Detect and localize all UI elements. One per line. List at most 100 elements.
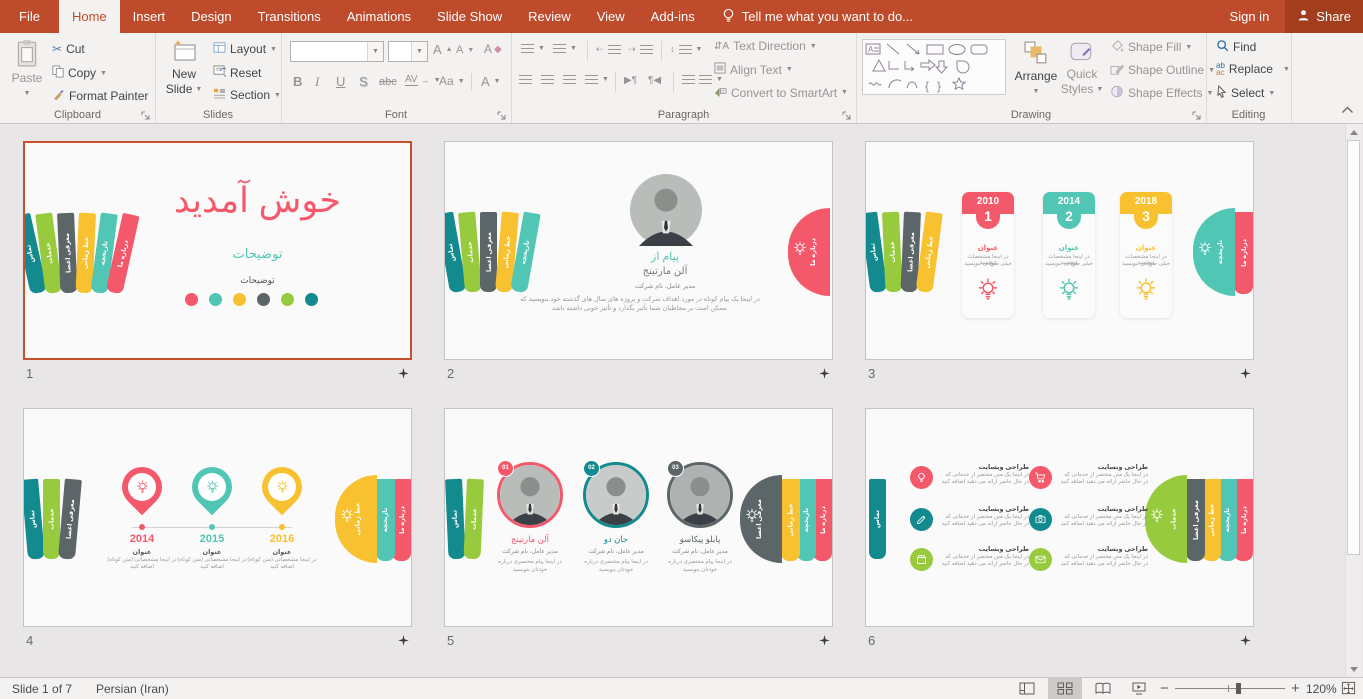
- zoom-level[interactable]: 120%: [1306, 678, 1337, 699]
- animation-star-icon[interactable]: [398, 635, 409, 646]
- numbering-button[interactable]: ▼: [553, 44, 577, 53]
- shapes-gallery[interactable]: A {}: [862, 39, 1006, 95]
- dot-darkteal: [305, 293, 318, 306]
- ribbon-tab-insert[interactable]: Insert: [120, 0, 179, 33]
- italic-button[interactable]: I: [315, 74, 319, 90]
- align-right-button[interactable]: [563, 75, 576, 84]
- reset-button[interactable]: Reset: [213, 65, 261, 80]
- underline-button[interactable]: U: [336, 74, 345, 89]
- quick-styles-button[interactable]: Quick Styles▼: [1060, 41, 1104, 96]
- ribbon-tab-transitions[interactable]: Transitions: [245, 0, 334, 33]
- scrollbar-thumb[interactable]: [1347, 140, 1360, 555]
- zoom-slider-thumb[interactable]: [1236, 683, 1241, 694]
- shrink-font-button[interactable]: A▼: [456, 44, 474, 56]
- text-shadow-button[interactable]: S: [359, 74, 368, 89]
- strikethrough-button[interactable]: abc: [379, 76, 397, 88]
- zoom-in-button[interactable]: +: [1291, 678, 1300, 699]
- group-label: Paragraph: [511, 109, 856, 121]
- ribbon-tab-review[interactable]: Review: [515, 0, 584, 33]
- slide-thumbnail-4[interactable]: تماسخدماتمعرفی اعضادرباره ماتاریخچهخط زم…: [23, 408, 412, 627]
- animation-star-icon[interactable]: [398, 368, 409, 379]
- align-center-button[interactable]: [541, 75, 554, 84]
- section-button[interactable]: Section ▼: [213, 88, 281, 102]
- font-name-combo[interactable]: ▼: [290, 41, 384, 62]
- slide-nav-tabs-left: تماسخدماتمعرفی اعضاخط زمانی: [869, 212, 933, 292]
- nav-tab-label: معرفی اعضا: [906, 232, 916, 272]
- find-button[interactable]: Find: [1216, 39, 1256, 55]
- replace-button[interactable]: abac Replace ▼: [1216, 62, 1290, 76]
- animation-star-icon[interactable]: [1240, 635, 1251, 646]
- ribbon-tab-home[interactable]: Home: [59, 0, 120, 33]
- bullets-button[interactable]: ▼: [521, 44, 545, 53]
- ribbon-tab-file[interactable]: File: [0, 0, 59, 33]
- justify-button[interactable]: ▼: [585, 75, 609, 84]
- copy-button[interactable]: Copy ▼: [52, 65, 107, 81]
- ribbon-tab-add-ins[interactable]: Add-ins: [638, 0, 708, 33]
- vertical-scrollbar[interactable]: [1345, 124, 1362, 677]
- increase-indent-button[interactable]: ⇢: [628, 44, 653, 55]
- chevron-down-icon: ▼: [195, 83, 202, 96]
- ribbon-tab-slide-show[interactable]: Slide Show: [424, 0, 515, 33]
- slide-show-button[interactable]: [1122, 678, 1156, 699]
- left-to-right-button[interactable]: ▶¶: [624, 75, 637, 86]
- reset-icon: [213, 65, 226, 80]
- chevron-down-icon: ▼: [458, 78, 465, 85]
- slide-counter[interactable]: Slide 1 of 7: [12, 678, 72, 699]
- slide-thumbnail-2[interactable]: تماسخدماتمعرفی اعضاخط زمانیتاریخچهدرباره…: [444, 141, 833, 360]
- arrange-button[interactable]: Arrange ▼: [1012, 41, 1060, 98]
- tell-me-box[interactable]: Tell me what you want to do...: [722, 0, 913, 33]
- zoom-slider-track[interactable]: [1175, 688, 1285, 689]
- grow-font-button[interactable]: A▲: [433, 42, 453, 57]
- nav-tab-label: تاریخچه: [99, 241, 110, 266]
- scroll-up-button[interactable]: [1346, 124, 1362, 140]
- align-text-button[interactable]: Align Text▼: [714, 62, 793, 77]
- zoom-out-button[interactable]: −: [1160, 678, 1169, 699]
- chevron-down-icon[interactable]: ▼: [411, 42, 427, 61]
- clear-formatting-button[interactable]: A◆: [484, 42, 502, 56]
- bold-button[interactable]: B: [293, 74, 302, 89]
- slide-thumbnail-6[interactable]: تماسدرباره ماتاریخچهخط زمانیمعرفی اعضاخد…: [865, 408, 1254, 627]
- animation-star-icon[interactable]: [819, 368, 830, 379]
- slide-thumbnail-3[interactable]: تماسخدماتمعرفی اعضاخط زمانیدرباره ماتاری…: [865, 141, 1254, 360]
- layout-button[interactable]: Layout ▼: [213, 42, 277, 56]
- change-case-button[interactable]: Aa▼: [439, 74, 465, 88]
- align-left-button[interactable]: [519, 75, 532, 84]
- cut-button[interactable]: ✂ Cut: [52, 42, 85, 56]
- shape-effects-button[interactable]: Shape Effects▼: [1110, 85, 1213, 101]
- convert-to-smartart-button[interactable]: Convert to SmartArt▼: [714, 85, 848, 100]
- shape-outline-button[interactable]: Shape Outline▼: [1110, 62, 1215, 78]
- language-indicator[interactable]: Persian (Iran): [96, 678, 169, 699]
- card-number-badge: 2: [1057, 205, 1081, 229]
- fit-to-window-button[interactable]: [1336, 678, 1360, 699]
- ribbon-tab-design[interactable]: Design: [178, 0, 244, 33]
- reading-view-button[interactable]: [1086, 678, 1120, 699]
- service-line: در اینجا یک متن مختصر از خدماتی که: [937, 472, 1029, 478]
- collapse-ribbon-button[interactable]: [1341, 101, 1354, 119]
- ribbon-tab-view[interactable]: View: [584, 0, 638, 33]
- service-line: در اینجا یک متن مختصر از خدماتی که: [937, 554, 1029, 560]
- line-spacing-button[interactable]: ↕▼: [670, 44, 702, 54]
- font-color-button[interactable]: A▼: [481, 74, 501, 89]
- new-slide-button[interactable]: New Slide▼: [163, 39, 205, 96]
- font-size-combo[interactable]: ▼: [388, 41, 428, 62]
- ribbon-tab-animations[interactable]: Animations: [334, 0, 424, 33]
- select-button[interactable]: Select ▼: [1216, 85, 1275, 101]
- character-spacing-button[interactable]: AV↔▼: [405, 74, 441, 86]
- decrease-indent-button[interactable]: ⇠: [596, 44, 621, 55]
- timeline-line-text: در اینجا مشخصاتی (متن کوتاه): [174, 557, 250, 563]
- right-to-left-button[interactable]: ¶◀: [648, 75, 661, 86]
- slide-sorter-view-button[interactable]: [1048, 678, 1082, 699]
- share-button[interactable]: Share: [1285, 0, 1363, 33]
- slide-thumbnail-1[interactable]: تماسخدماتمعرفی اعضاخط زمانیتاریخچهدرباره…: [23, 141, 412, 360]
- shape-fill-button[interactable]: Shape Fill▼: [1110, 39, 1192, 55]
- scroll-down-button[interactable]: [1346, 661, 1362, 677]
- chevron-down-icon[interactable]: ▼: [367, 42, 383, 61]
- sign-in-button[interactable]: Sign in: [1214, 0, 1286, 33]
- animation-star-icon[interactable]: [1240, 368, 1251, 379]
- text-direction-button[interactable]: ⇵AText Direction▼: [714, 39, 817, 53]
- normal-view-button[interactable]: [1010, 678, 1044, 699]
- animation-star-icon[interactable]: [819, 635, 830, 646]
- slide-thumbnail-5[interactable]: تماسخدماتدرباره ماتاریخچهخط زمانیمعرفی ا…: [444, 408, 833, 627]
- paste-button[interactable]: Paste ▼: [8, 39, 46, 100]
- format-painter-button[interactable]: Format Painter: [52, 88, 148, 104]
